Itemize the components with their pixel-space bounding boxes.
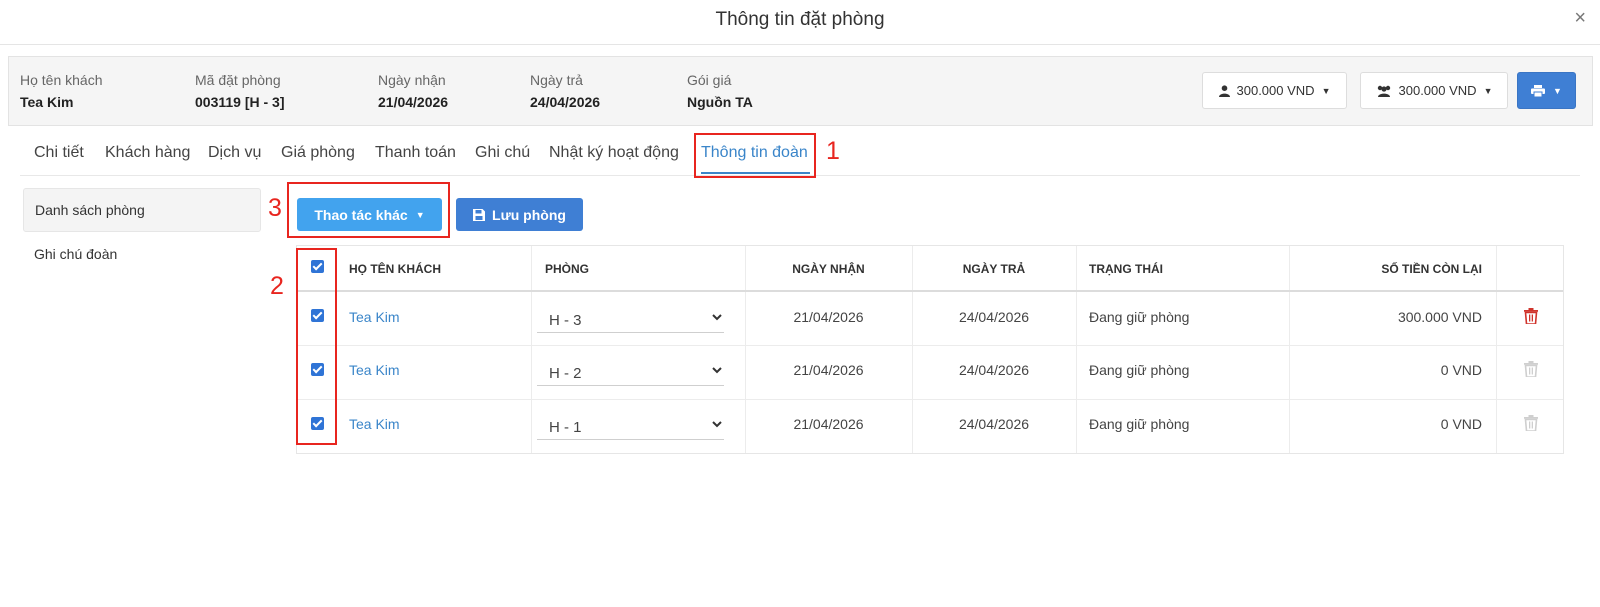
table-divider	[297, 290, 1563, 292]
room-select[interactable]: H - 1	[537, 413, 724, 440]
guest-name-link[interactable]: Tea Kim	[349, 416, 400, 432]
annotation-box-2	[296, 248, 337, 445]
users-icon	[1377, 85, 1390, 97]
save-icon	[473, 208, 486, 221]
header-remaining: SỐ TIỀN CÒN LẠI	[1381, 262, 1482, 276]
table-divider	[531, 246, 532, 453]
booking-code-value: 003119 [H - 3]	[195, 94, 285, 110]
checkin-label: Ngày nhận	[378, 72, 446, 88]
tab-gia-phong[interactable]: Giá phòng	[281, 144, 355, 162]
checkin-value: 21/04/2026	[378, 94, 449, 110]
room-select[interactable]: H - 2	[537, 359, 724, 386]
trash-icon-disabled	[1524, 361, 1538, 377]
trash-icon-disabled	[1524, 415, 1538, 431]
remaining-amount: 300.000 VND	[1397, 309, 1482, 325]
status-text: Đang giữ phòng	[1089, 309, 1190, 325]
print-dropdown-button[interactable]: ▼	[1517, 72, 1576, 109]
checkout-date: 24/04/2026	[958, 362, 1030, 378]
header-guest-name: HỌ TÊN KHÁCH	[349, 262, 441, 276]
table-divider	[1076, 246, 1077, 453]
modal-header: Thông tin đặt phòng ×	[0, 0, 1600, 45]
printer-icon	[1531, 84, 1546, 97]
tab-khach-hang[interactable]: Khách hàng	[105, 144, 190, 162]
remaining-amount: 0 VND	[1440, 362, 1482, 378]
checkin-date: 21/04/2026	[793, 362, 864, 378]
status-text: Đang giữ phòng	[1089, 362, 1190, 378]
annotation-number-1: 1	[826, 137, 840, 165]
table-divider	[1496, 246, 1497, 453]
header-checkin: NGÀY NHẬN	[792, 262, 865, 276]
room-table: HỌ TÊN KHÁCH PHÒNG NGÀY NHẬN NGÀY TRẢ TR…	[296, 245, 1564, 454]
checkout-date: 24/04/2026	[958, 416, 1030, 432]
info-checkin: Ngày nhận 21/04/2026	[378, 72, 448, 110]
room-select[interactable]: H - 3	[537, 306, 724, 333]
annotation-number-2: 2	[270, 272, 284, 300]
guest-name-link[interactable]: Tea Kim	[349, 362, 400, 378]
tab-dich-vu[interactable]: Dịch vụ	[208, 144, 261, 162]
single-amount-label: 300.000 VND	[1236, 83, 1315, 98]
annotation-box-3	[287, 182, 450, 238]
table-divider	[297, 345, 1563, 346]
room-select-value: H - 2	[549, 365, 582, 382]
checkout-date: 24/04/2026	[958, 309, 1030, 325]
checkin-date: 21/04/2026	[793, 309, 864, 325]
sidebar-item-room-list[interactable]: Danh sách phòng	[23, 188, 261, 232]
info-guest: Họ tên khách Tea Kim	[20, 72, 103, 110]
tab-thanh-toan[interactable]: Thanh toán	[375, 144, 456, 162]
annotation-number-3: 3	[268, 194, 282, 222]
room-select-value: H - 1	[549, 419, 582, 436]
header-checkout: NGÀY TRẢ	[962, 262, 1026, 276]
modal-title: Thông tin đặt phòng	[715, 9, 885, 30]
guest-label: Họ tên khách	[20, 72, 103, 88]
table-divider	[297, 399, 1563, 400]
annotation-box-1	[694, 133, 816, 178]
user-icon	[1218, 84, 1230, 97]
sidebar-item-group-notes[interactable]: Ghi chú đoàn	[23, 232, 261, 276]
save-room-button[interactable]: Lưu phòng	[456, 198, 583, 231]
booking-code-label: Mã đặt phòng	[195, 72, 281, 88]
single-amount-dropdown[interactable]: 300.000 VND ▼	[1202, 72, 1347, 109]
caret-down-icon: ▼	[1553, 85, 1562, 96]
close-icon[interactable]: ×	[1574, 8, 1586, 28]
room-select-value: H - 3	[549, 312, 582, 329]
caret-down-icon: ▼	[1483, 85, 1493, 96]
info-rate: Gói giá Nguồn TA	[687, 72, 753, 110]
caret-down-icon: ▼	[1321, 85, 1331, 96]
header-status: TRẠNG THÁI	[1089, 262, 1163, 276]
chevron-down-icon	[712, 421, 722, 428]
status-text: Đang giữ phòng	[1089, 416, 1190, 432]
remaining-amount: 0 VND	[1440, 416, 1482, 432]
chevron-down-icon	[712, 367, 722, 374]
tab-nhat-ky[interactable]: Nhật ký hoạt động	[549, 144, 679, 162]
group-amount-dropdown[interactable]: 300.000 VND ▼	[1360, 72, 1508, 109]
checkout-label: Ngày trả	[530, 72, 583, 88]
rate-label: Gói giá	[687, 72, 732, 88]
tab-chi-tiet[interactable]: Chi tiết	[34, 144, 84, 162]
header-room: PHÒNG	[545, 262, 590, 276]
booking-summary-bar: Họ tên khách Tea Kim Mã đặt phòng 003119…	[8, 56, 1593, 126]
trash-icon[interactable]	[1524, 308, 1538, 324]
info-checkout: Ngày trả 24/04/2026	[530, 72, 600, 110]
guest-value: Tea Kim	[20, 94, 74, 110]
tab-ghi-chu[interactable]: Ghi chú	[475, 144, 530, 162]
save-room-label: Lưu phòng	[492, 206, 566, 223]
guest-name-link[interactable]: Tea Kim	[349, 309, 400, 325]
group-amount-label: 300.000 VND	[1398, 83, 1477, 98]
info-booking-code: Mã đặt phòng 003119 [H - 3]	[195, 72, 285, 110]
rate-value: Nguồn TA	[687, 94, 753, 110]
chevron-down-icon	[712, 314, 722, 321]
checkin-date: 21/04/2026	[793, 416, 864, 432]
checkout-value: 24/04/2026	[530, 94, 601, 110]
